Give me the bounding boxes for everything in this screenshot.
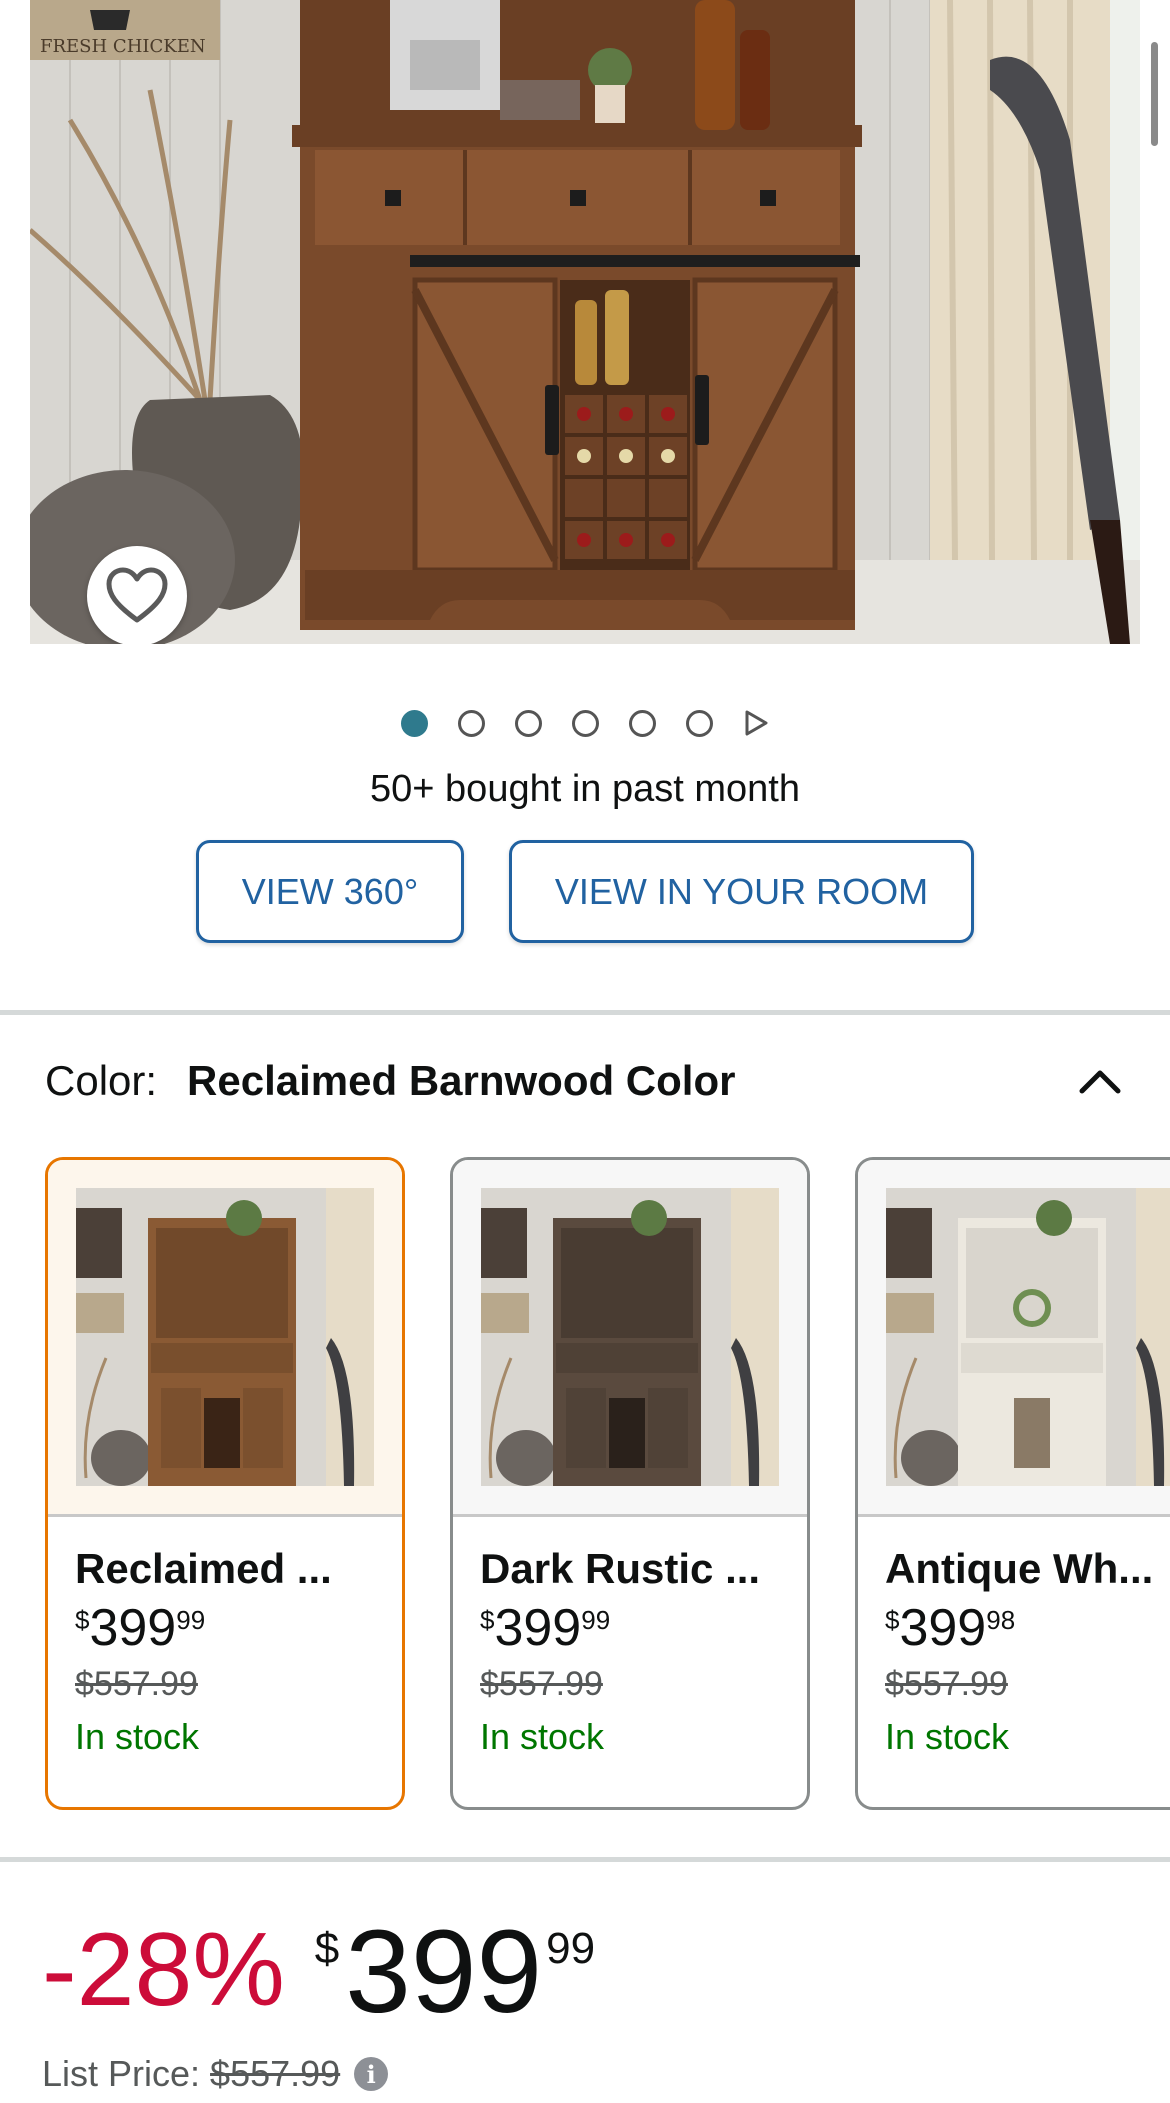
swatch-antique-white[interactable]: Antique Wh... $ 399 98 $557.99 In stock	[855, 1157, 1170, 1810]
carousel-dot-3[interactable]	[514, 709, 542, 737]
price-fraction: 99	[546, 1924, 596, 1973]
page-scrollbar[interactable]	[1151, 42, 1158, 146]
swatch-thumbnail	[48, 1160, 402, 1517]
heart-outline-icon	[106, 567, 168, 623]
wishlist-button[interactable]	[87, 546, 187, 644]
view-in-your-room-button[interactable]: VIEW IN YOUR ROOM	[509, 840, 974, 943]
swatch-reclaimed-barnwood[interactable]: Reclaimed ... $ 399 99 $557.99 In stock	[45, 1157, 405, 1810]
swatch-thumbnail	[453, 1160, 807, 1517]
chevron-up-icon[interactable]	[1070, 1055, 1130, 1107]
swatch-stock-status: In stock	[885, 1716, 1010, 1757]
discount-percent: -28%	[42, 1912, 285, 2028]
swatch-price: $ 399 99	[75, 1599, 402, 1657]
carousel-dot-5[interactable]	[628, 709, 656, 737]
selected-color-name: Reclaimed Barnwood Color	[187, 1057, 736, 1104]
swatch-name: Dark Rustic ...	[480, 1545, 761, 1592]
price-currency: $	[314, 1924, 340, 1973]
price-whole: 399	[494, 1599, 582, 1657]
bought-in-past-month: 50+ bought in past month	[370, 768, 800, 810]
swatch-dark-rustic[interactable]: Dark Rustic ... $ 399 99 $557.99 In stoc…	[450, 1157, 810, 1810]
price-fraction: 99	[176, 1605, 206, 1635]
image-carousel-dots	[0, 709, 1170, 737]
carousel-dot-6[interactable]	[685, 709, 713, 737]
price-whole: 399	[89, 1599, 177, 1657]
price-whole: 399	[899, 1599, 987, 1657]
list-price-label: List Price:	[42, 2053, 201, 2094]
carousel-dot-1[interactable]	[400, 709, 428, 737]
list-price: List Price: $557.99 i	[42, 2053, 389, 2095]
carousel-dot-4[interactable]	[571, 709, 599, 737]
sign-text: FRESH CHICKEN	[40, 36, 206, 57]
price-whole: 399	[345, 1906, 543, 2038]
play-triangle-icon[interactable]	[743, 709, 770, 737]
info-circle-icon[interactable]: i	[354, 2057, 389, 2091]
swatch-list-price: $557.99	[480, 1665, 603, 1703]
product-photo: FRESH CHICKEN	[30, 0, 1140, 644]
carousel-dot-2[interactable]	[457, 709, 485, 737]
swatch-image	[76, 1188, 374, 1486]
price-currency: $	[480, 1605, 495, 1635]
product-image[interactable]: FRESH CHICKEN	[30, 0, 1140, 644]
swatch-list-price: $557.99	[885, 1665, 1008, 1703]
swatch-price: $ 399 99	[480, 1599, 807, 1657]
swatch-list-price: $557.99	[75, 1665, 198, 1703]
color-label: Color:	[45, 1057, 158, 1104]
swatch-name: Reclaimed ...	[75, 1545, 332, 1592]
swatch-image	[886, 1188, 1170, 1486]
price-block: -28% $ 399 99	[42, 1910, 595, 2034]
color-selector-header[interactable]: Color: Reclaimed Barnwood Color	[45, 1055, 1130, 1107]
color-swatches: Reclaimed ... $ 399 99 $557.99 In stock	[45, 1157, 1170, 1812]
view-360-button[interactable]: VIEW 360°	[196, 840, 464, 943]
swatch-thumbnail	[858, 1160, 1170, 1517]
price-currency: $	[885, 1605, 900, 1635]
list-price-value: $557.99	[210, 2053, 341, 2094]
view-buttons: VIEW 360° VIEW IN YOUR ROOM	[0, 840, 1170, 943]
swatch-price: $ 399 98	[885, 1599, 1170, 1657]
swatch-stock-status: In stock	[480, 1716, 605, 1757]
swatch-image	[481, 1188, 779, 1486]
swatch-stock-status: In stock	[75, 1716, 200, 1757]
price-currency: $	[75, 1605, 90, 1635]
section-divider	[0, 1010, 1170, 1015]
price-fraction: 99	[581, 1605, 611, 1635]
current-price: $ 399 99	[315, 1910, 595, 2034]
price-fraction: 98	[986, 1605, 1016, 1635]
swatch-name: Antique Wh...	[885, 1545, 1154, 1592]
section-divider	[0, 1857, 1170, 1862]
